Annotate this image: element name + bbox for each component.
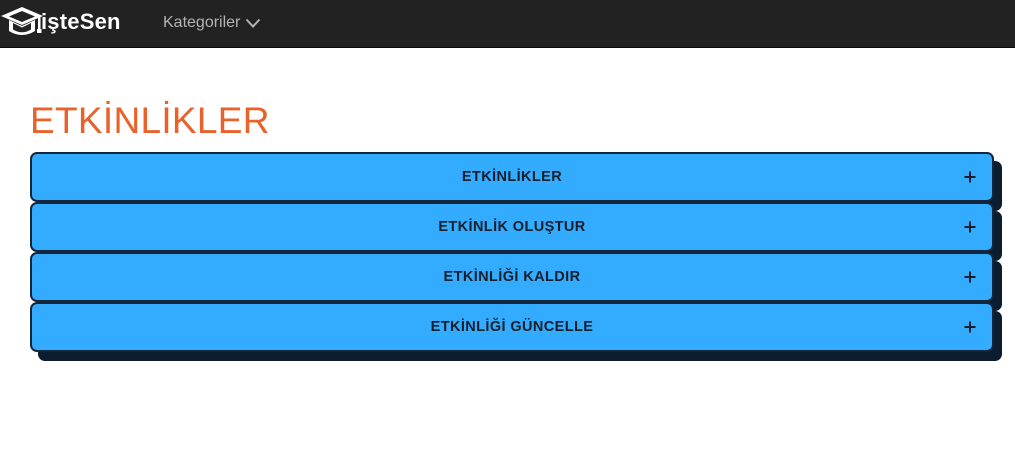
accordion-label: ETKİNLİĞİ GÜNCELLE: [430, 319, 594, 335]
accordion-label: ETKİNLİKLER: [461, 169, 563, 185]
accordion-panel-events: ETKİNLİKLER: [30, 152, 994, 202]
accordion-panel-update-event: ETKİNLİĞİ GÜNCELLE: [30, 302, 994, 352]
brand-name: işteSen: [41, 9, 121, 34]
chevron-down-icon: [246, 18, 261, 28]
accordion-label: ETKİNLİĞİ KALDIR: [443, 269, 581, 285]
accordion-header-create-event[interactable]: ETKİNLİK OLUŞTUR: [30, 202, 994, 252]
plus-icon: [964, 171, 976, 183]
top-navbar: işteSen Kategoriler: [0, 0, 1015, 48]
accordion-header-update-event[interactable]: ETKİNLİĞİ GÜNCELLE: [30, 302, 994, 352]
plus-icon: [964, 221, 976, 233]
accordion-panel-create-event: ETKİNLİK OLUŞTUR: [30, 202, 994, 252]
events-accordion: ETKİNLİKLER ETKİNLİK OLUŞTUR ETKİNLİĞİ K…: [30, 152, 994, 352]
graduation-cap-icon: [1, 7, 43, 35]
accordion-header-events[interactable]: ETKİNLİKLER: [30, 152, 994, 202]
accordion-header-remove-event[interactable]: ETKİNLİĞİ KALDIR: [30, 252, 994, 302]
brand-link[interactable]: işteSen: [0, 4, 121, 40]
plus-icon: [964, 321, 976, 333]
page-title: ETKİNLİKLER: [30, 100, 270, 141]
plus-icon: [964, 271, 976, 283]
accordion-panel-remove-event: ETKİNLİĞİ KALDIR: [30, 252, 994, 302]
categories-label: Kategoriler: [163, 14, 241, 31]
categories-dropdown[interactable]: Kategoriler: [163, 12, 261, 34]
accordion-label: ETKİNLİK OLUŞTUR: [438, 219, 586, 235]
